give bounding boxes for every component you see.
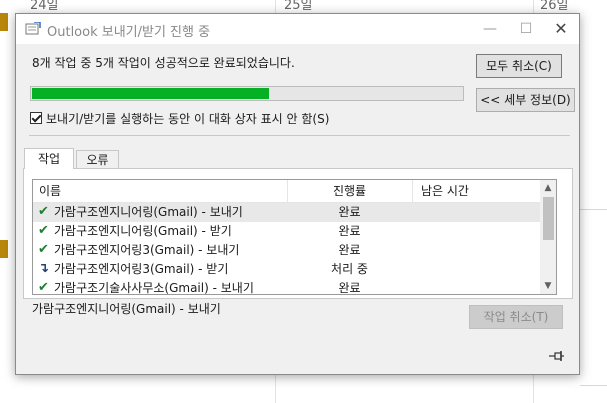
task-progress: 완료 [338,205,361,219]
column-header-progress[interactable]: 진행률 [287,180,412,202]
check-icon: ✔ [38,242,49,257]
maximize-button[interactable]: ☐ [508,14,544,44]
check-icon: ✔ [38,204,49,219]
current-task-label: 가람구조엔지니어링(Gmail) - 보내기 [32,302,221,316]
column-header-name[interactable]: 이름 [39,180,61,202]
cancel-task-button[interactable]: 작업 취소(T) [469,305,563,329]
hide-dialog-checkbox[interactable] [30,112,42,124]
task-name: 가람구조엔지어링3(Gmail) - 보내기 [54,243,240,257]
send-receive-progress-dialog: Outlook 보내기/받기 진행 중 — ☐ ✕ 8개 작업 중 5개 작업이… [15,13,580,375]
task-progress: 처리 중 [331,262,368,276]
details-button[interactable]: << 세부 정보(D) [476,88,575,112]
cancel-all-button[interactable]: 모두 취소(C) [476,54,562,78]
tab-errors[interactable]: 오류 [76,150,119,168]
progress-bar-fill [32,88,269,99]
task-row[interactable]: ✔ 가람구조엔지니어링(Gmail) - 받기 완료 [33,222,540,241]
task-progress: 완료 [338,243,361,257]
task-list-scrollbar[interactable]: ▲ ▼ [540,180,556,294]
send-receive-icon [25,22,41,35]
tasks-panel: 이름 진행률 남은 시간 ✔ 가람구조엔지니어링(Gmail) - 보내기 완료… [23,168,573,299]
calendar-grid-line [580,385,607,386]
pin-icon[interactable] [549,350,565,362]
calendar-event-marker[interactable] [0,240,8,258]
task-progress: 완료 [338,224,361,238]
task-row[interactable]: ✔ 가람구조엔지어링3(Gmail) - 보내기 완료 [33,241,540,260]
title-bar[interactable]: Outlook 보내기/받기 진행 중 — ☐ ✕ [16,14,579,44]
check-icon: ✔ [38,280,49,295]
scroll-down-icon[interactable]: ▼ [540,278,556,294]
task-row[interactable]: ✔ 가람구조기술사사무소(Gmail) - 보내기 완료 [33,279,540,295]
task-name: 가람구조엔지어링3(Gmail) - 받기 [54,262,229,276]
minimize-button[interactable]: — [472,14,508,44]
dialog-title: Outlook 보내기/받기 진행 중 [47,25,211,40]
tab-tasks[interactable]: 작업 [24,148,74,169]
calendar-date[interactable]: 24일 [30,0,59,13]
task-list[interactable]: 이름 진행률 남은 시간 ✔ 가람구조엔지니어링(Gmail) - 보내기 완료… [32,179,557,295]
task-name: 가람구조엔지니어링(Gmail) - 받기 [54,224,232,238]
task-progress: 완료 [338,281,361,295]
scroll-up-icon[interactable]: ▲ [540,180,556,196]
column-divider[interactable] [412,180,413,202]
progress-bar [30,86,464,101]
close-button[interactable]: ✕ [543,14,579,44]
task-list-header: 이름 진행률 남은 시간 [33,180,540,203]
column-header-remaining[interactable]: 남은 시간 [421,180,469,202]
separator [29,135,570,136]
calendar-date[interactable]: 25일 [284,0,313,13]
task-name: 가람구조엔지니어링(Gmail) - 보내기 [54,205,243,219]
calendar-date[interactable]: 26일 [540,0,569,13]
check-icon: ✔ [38,223,49,238]
status-text: 8개 작업 중 5개 작업이 성공적으로 완료되었습니다. [32,56,295,70]
hide-dialog-checkbox-label: 보내기/받기를 실행하는 동안 이 대화 상자 표시 안 함(S) [46,111,330,126]
hide-dialog-option[interactable]: 보내기/받기를 실행하는 동안 이 대화 상자 표시 안 함(S) [30,110,329,126]
calendar-grid-line [580,209,607,210]
scrollbar-thumb[interactable] [543,197,554,240]
task-row[interactable]: ↴ 가람구조엔지어링3(Gmail) - 받기 처리 중 [33,260,540,279]
calendar-event-marker[interactable] [0,13,8,31]
task-row[interactable]: ✔ 가람구조엔지니어링(Gmail) - 보내기 완료 [33,203,540,222]
processing-arrow-icon: ↴ [38,261,49,276]
task-name: 가람구조기술사사무소(Gmail) - 보내기 [54,281,254,295]
